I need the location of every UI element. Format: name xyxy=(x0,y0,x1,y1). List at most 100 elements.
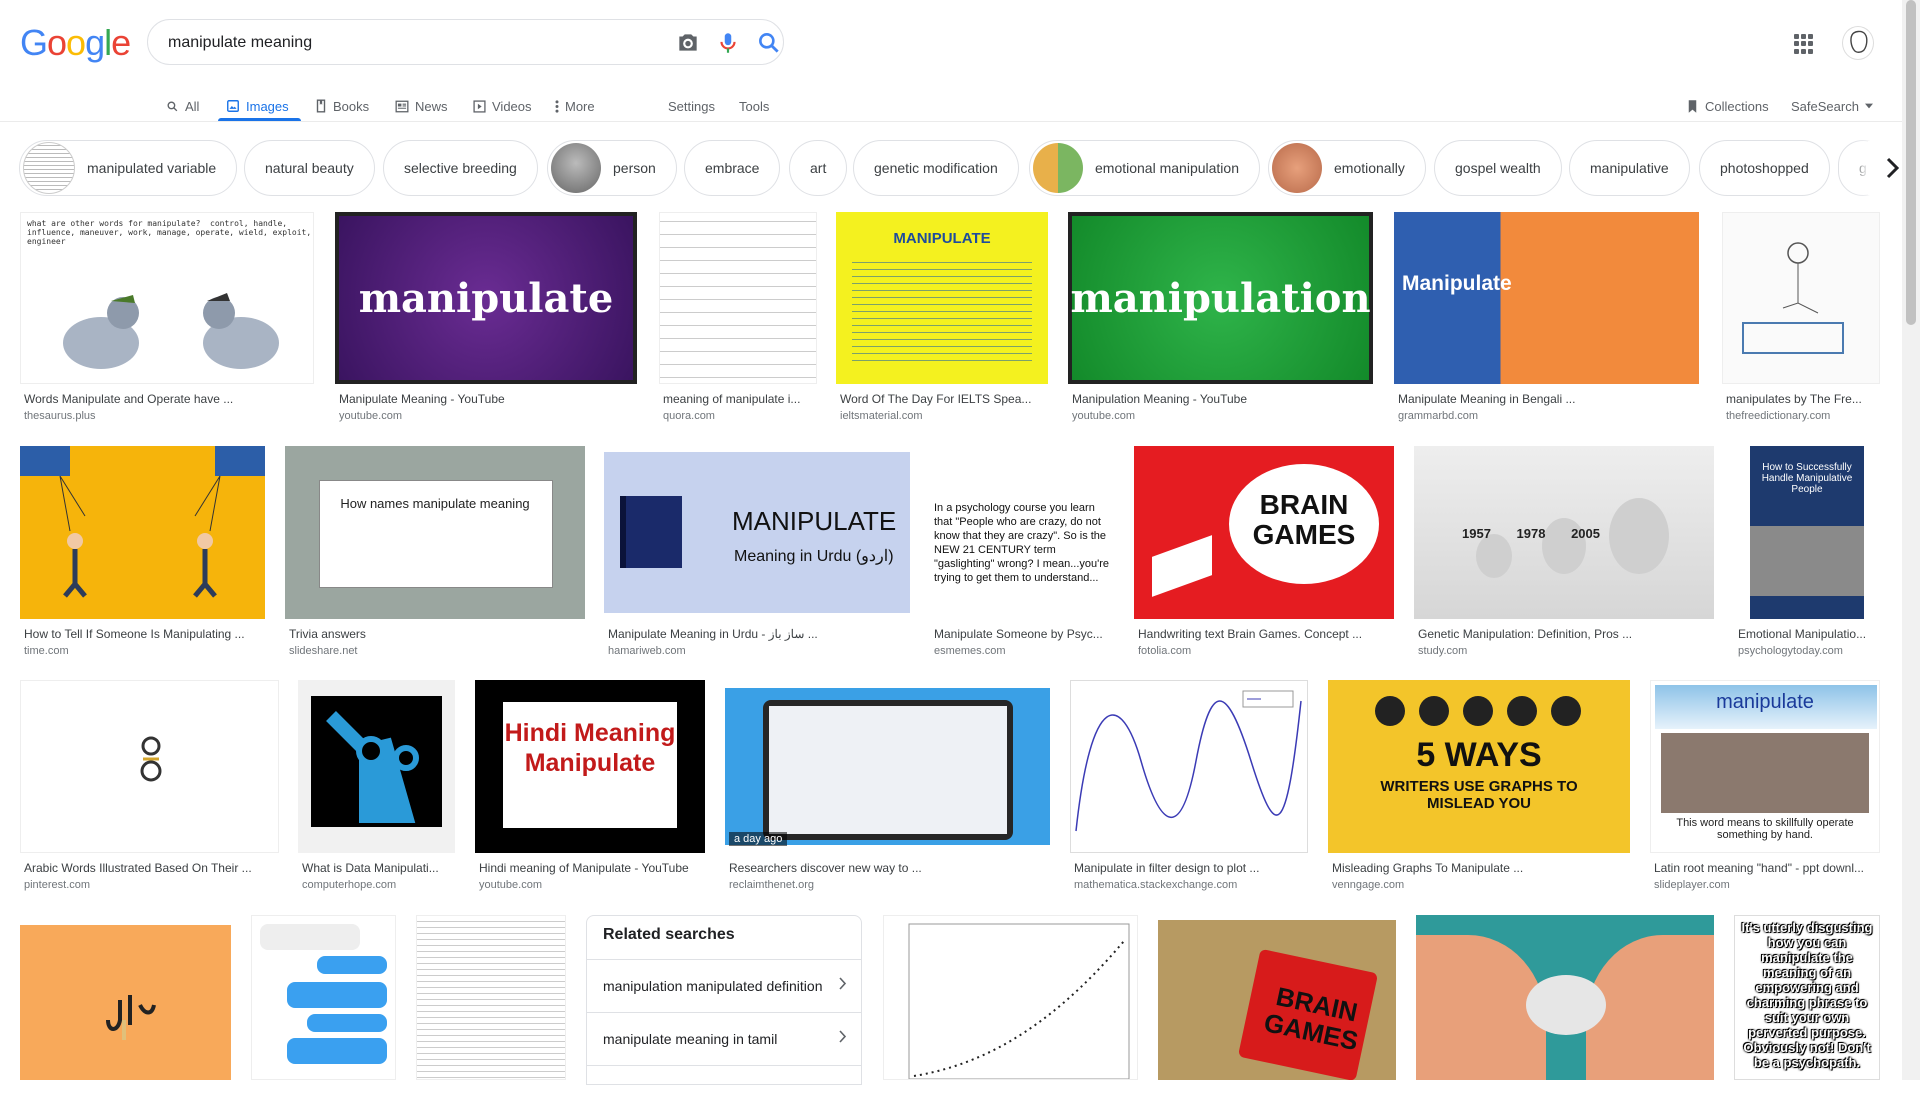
image-result[interactable]: BRAIN GAMES Handwriting text Brain Games… xyxy=(1134,446,1394,660)
search-input[interactable] xyxy=(166,28,640,58)
image-result[interactable]: 5 WAYS WRITERS USE GRAPHS TO MISLEAD YOU… xyxy=(1328,680,1630,894)
related-search-item[interactable] xyxy=(587,1065,861,1117)
result-thumbnail: How to Successfully Handle Manipulative … xyxy=(1734,446,1880,619)
chip-thumbnail xyxy=(1033,143,1083,193)
camera-icon[interactable] xyxy=(675,30,701,56)
apps-grid-icon[interactable] xyxy=(1794,34,1814,54)
image-result[interactable]: manipulate This word means to skillfully… xyxy=(1650,680,1880,894)
image-result[interactable]: What is Data Manipulati... computerhope.… xyxy=(298,680,455,894)
logo-letter: G xyxy=(20,22,48,63)
image-result[interactable]: what are other words for manipulate? con… xyxy=(20,212,314,426)
result-source: hamariweb.com xyxy=(608,645,686,657)
chip-person[interactable]: person xyxy=(547,140,677,196)
result-source: ieltsmaterial.com xyxy=(840,410,923,422)
image-result[interactable]: MANIPULATE Meaning in Urdu (اردو) Manipu… xyxy=(604,446,910,660)
image-result[interactable]: Arabic Words Illustrated Based On Their … xyxy=(20,680,279,894)
image-result[interactable] xyxy=(883,915,1138,1080)
image-result[interactable]: Manipulate Manipulate Meaning in Bengali… xyxy=(1394,212,1699,426)
image-result[interactable]: Hindi Meaning Manipulate Hindi meaning o… xyxy=(475,680,705,894)
collections-label: Collections xyxy=(1705,98,1769,114)
chip-genetic-modification[interactable]: genetic modification xyxy=(853,140,1019,196)
result-caption: Words Manipulate and Operate have ... xyxy=(24,392,234,406)
thumbnail-text: MANIPULATE xyxy=(893,230,991,247)
result-source: study.com xyxy=(1418,645,1468,657)
google-logo[interactable]: Google xyxy=(20,22,131,64)
tools-link[interactable]: Tools xyxy=(739,90,769,122)
thumbnail-text: what are other words for manipulate? con… xyxy=(27,219,312,246)
result-caption: manipulates by The Fre... xyxy=(1726,392,1862,406)
tab-news[interactable]: News xyxy=(395,90,448,122)
result-thumbnail xyxy=(298,680,455,853)
result-source: thefreedictionary.com xyxy=(1726,410,1831,422)
image-result[interactable]: MANIPULATE Word Of The Day For IELTS Spe… xyxy=(836,212,1048,426)
logo-letter: g xyxy=(85,22,105,63)
microphone-icon[interactable] xyxy=(715,30,741,56)
image-result[interactable] xyxy=(1416,915,1714,1080)
chip-manipulative[interactable]: manipulative xyxy=(1569,140,1690,196)
image-result[interactable]: Manipulate in filter design to plot ... … xyxy=(1070,680,1308,894)
image-result[interactable]: a day ago Researchers discover new way t… xyxy=(725,680,1050,894)
result-thumbnail: MANIPULATE xyxy=(836,212,1048,384)
result-thumbnail: manipulation xyxy=(1068,212,1373,384)
image-result[interactable]: meaning of manipulate i... quora.com xyxy=(659,212,817,426)
image-result[interactable]: In a psychology course you learn that "P… xyxy=(930,446,1115,660)
result-source: reclaimthenet.org xyxy=(729,879,814,891)
chip-natural-beauty[interactable]: natural beauty xyxy=(244,140,375,196)
image-result[interactable] xyxy=(20,925,231,1080)
chip-label: photoshopped xyxy=(1720,160,1809,176)
result-caption: Manipulate Meaning - YouTube xyxy=(339,392,505,406)
scrollbar-thumb[interactable] xyxy=(1906,0,1916,325)
collections-link[interactable]: Collections xyxy=(1686,90,1769,122)
image-result[interactable]: How to Tell If Someone Is Manipulating .… xyxy=(20,446,265,660)
image-result[interactable] xyxy=(251,915,396,1080)
chip-manipulated-variable[interactable]: manipulated variable xyxy=(19,140,238,196)
image-result[interactable]: It's utterly disgusting how you can mani… xyxy=(1734,915,1880,1080)
image-result[interactable]: How to Successfully Handle Manipulative … xyxy=(1734,446,1880,660)
image-result[interactable]: BRAIN GAMES xyxy=(1158,920,1396,1080)
chip-selective-breeding[interactable]: selective breeding xyxy=(383,140,538,196)
safesearch-menu[interactable]: SafeSearch xyxy=(1791,90,1873,122)
account-avatar[interactable] xyxy=(1842,26,1874,60)
thumbnail-text: How to Successfully Handle Manipulative … xyxy=(1761,462,1853,495)
chip-emotional-manipulation[interactable]: emotional manipulation xyxy=(1029,140,1260,196)
image-result[interactable]: How names manipulate meaning Trivia answ… xyxy=(285,446,585,660)
tab-books[interactable]: Books xyxy=(315,90,369,122)
search-icon[interactable] xyxy=(756,30,782,56)
tab-videos[interactable]: Videos xyxy=(473,90,532,122)
image-result[interactable]: 1957 1978 2005 Genetic Manipulation: Def… xyxy=(1414,446,1714,660)
related-search-item[interactable]: manipulation manipulated definition xyxy=(587,959,861,1011)
result-thumbnail: 5 WAYS WRITERS USE GRAPHS TO MISLEAD YOU xyxy=(1328,680,1630,853)
chip-photoshopped[interactable]: photoshopped xyxy=(1699,140,1830,196)
chip-art[interactable]: art xyxy=(789,140,848,196)
tab-label: More xyxy=(565,98,595,114)
tab-label: Books xyxy=(333,98,370,114)
result-thumbnail xyxy=(251,915,396,1080)
result-thumbnail xyxy=(1722,212,1880,384)
result-caption: Misleading Graphs To Manipulate ... xyxy=(1332,861,1524,875)
result-caption: Researchers discover new way to ... xyxy=(729,861,922,875)
chip-embrace[interactable]: embrace xyxy=(684,140,781,196)
chip-emotionally[interactable]: emotionally xyxy=(1268,140,1426,196)
related-searches-title: Related searches xyxy=(603,926,735,943)
tab-more[interactable]: More xyxy=(555,90,595,122)
settings-label: Settings xyxy=(668,98,715,114)
result-thumbnail: In a psychology course you learn that "P… xyxy=(930,446,1115,619)
chip-gospel-wealth[interactable]: gospel wealth xyxy=(1434,140,1562,196)
result-thumbnail xyxy=(416,915,566,1080)
result-thumbnail: BRAIN GAMES xyxy=(1158,920,1396,1080)
image-icon xyxy=(227,100,239,112)
image-result[interactable]: manipulate Manipulate Meaning - YouTube … xyxy=(335,212,637,426)
image-result[interactable] xyxy=(416,915,566,1080)
thumbnail-subtext: This word means to skillfully operate so… xyxy=(1676,817,1854,841)
tab-label: Images xyxy=(246,98,289,114)
caret-down-icon xyxy=(1864,103,1873,109)
result-thumbnail xyxy=(1416,915,1714,1080)
tab-all[interactable]: All xyxy=(166,90,199,122)
logo-letter: o xyxy=(47,22,67,63)
image-result[interactable]: manipulation Manipulation Meaning - YouT… xyxy=(1068,212,1373,426)
settings-link[interactable]: Settings xyxy=(668,90,715,122)
image-result[interactable]: manipulates by The Fre... thefreediction… xyxy=(1722,212,1880,426)
related-search-item[interactable]: manipulate meaning in tamil xyxy=(587,1012,861,1064)
result-thumbnail: what are other words for manipulate? con… xyxy=(20,212,314,384)
chip-label: manipulative xyxy=(1590,160,1669,176)
